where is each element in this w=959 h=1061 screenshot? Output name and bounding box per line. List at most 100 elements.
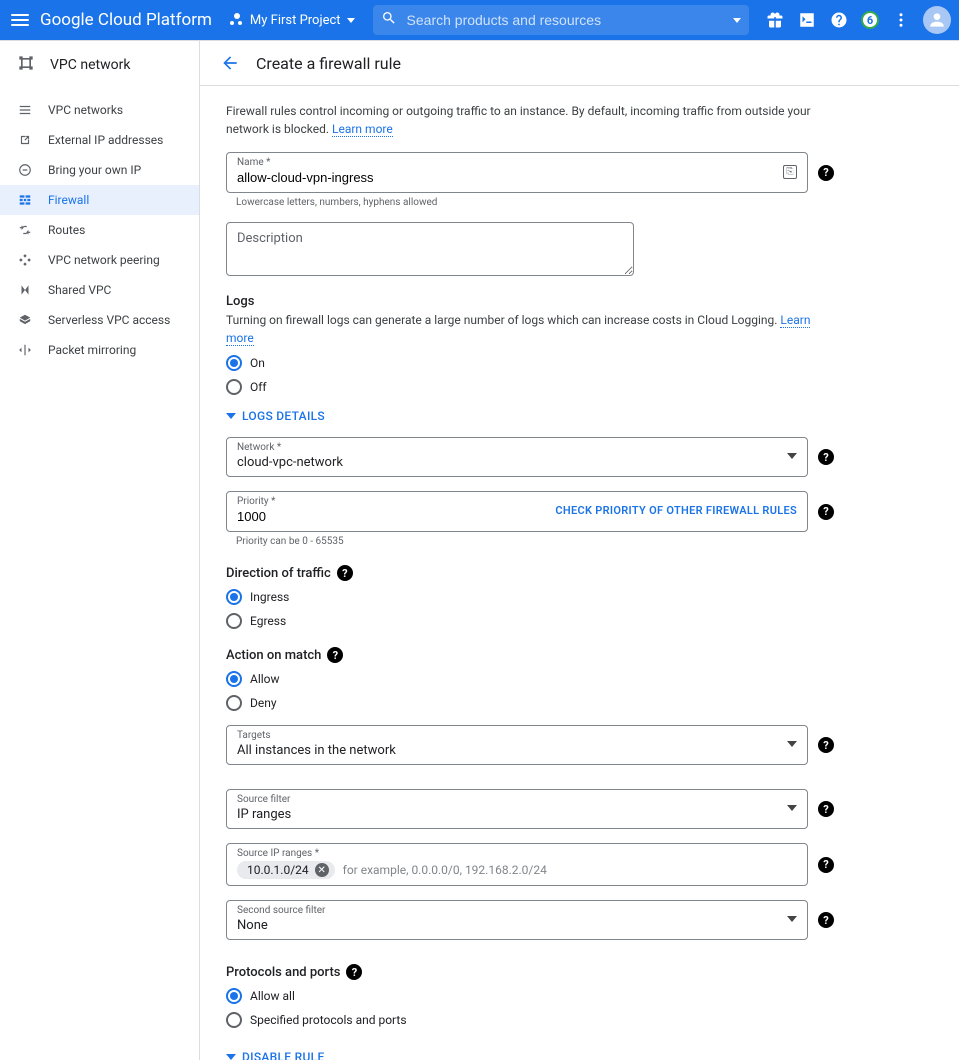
source-filter-select[interactable]: Source filter IP ranges: [226, 789, 808, 829]
back-arrow-icon[interactable]: [220, 53, 240, 73]
avatar[interactable]: [923, 6, 951, 34]
direction-egress-radio[interactable]: Egress: [226, 613, 834, 629]
action-help-icon[interactable]: ?: [327, 647, 343, 663]
direction-heading: Direction of traffic ?: [226, 565, 834, 581]
sidebar-item-serverless[interactable]: Serverless VPC access: [0, 305, 199, 335]
sidebar-item-label: Firewall: [48, 193, 89, 207]
radio-label: Allow all: [250, 989, 295, 1003]
chevron-down-icon: [347, 18, 355, 23]
gift-icon[interactable]: [765, 10, 785, 30]
radio-icon: [226, 613, 242, 629]
radio-icon: [226, 988, 242, 1004]
source-ip-label: Source IP ranges *: [237, 848, 797, 859]
search-bar[interactable]: [373, 5, 749, 35]
radio-icon: [226, 1012, 242, 1028]
byoip-icon: [16, 163, 34, 177]
sidebar-item-routes[interactable]: Routes: [0, 215, 199, 245]
sidebar-item-peering[interactable]: VPC network peering: [0, 245, 199, 275]
source-ip-placeholder: for example, 0.0.0.0/0, 192.168.2.0/24: [343, 863, 547, 877]
sidebar-item-label: VPC networks: [48, 103, 123, 117]
dropdown-icon: [787, 741, 797, 747]
brand-label: Google Cloud Platform: [40, 10, 212, 30]
top-icons: 6: [757, 6, 951, 34]
priority-field[interactable]: Priority * CHECK PRIORITY OF OTHER FIREW…: [226, 491, 808, 532]
description-input[interactable]: Description: [226, 222, 634, 276]
source-ip-help-icon[interactable]: ?: [818, 857, 834, 873]
sidebar-item-vpc-networks[interactable]: VPC networks: [0, 95, 199, 125]
learn-more-link[interactable]: Learn more: [332, 122, 393, 137]
protocols-allow-all-radio[interactable]: Allow all: [226, 988, 834, 1004]
sidebar-title-label: VPC network: [50, 57, 130, 73]
sidebar-title: VPC network: [0, 41, 199, 89]
direction-help-icon[interactable]: ?: [337, 565, 353, 581]
notification-badge[interactable]: 6: [861, 11, 879, 29]
protocols-help-icon[interactable]: ?: [346, 964, 362, 980]
form: Firewall rules control incoming or outgo…: [200, 86, 860, 1060]
network-help-icon[interactable]: ?: [818, 449, 834, 465]
direction-heading-label: Direction of traffic: [226, 566, 331, 581]
second-filter-field-block: Second source filter None ?: [226, 900, 834, 940]
logs-on-radio[interactable]: On: [226, 355, 834, 371]
radio-icon: [226, 695, 242, 711]
sidebar-item-external-ip[interactable]: External IP addresses: [0, 125, 199, 155]
action-heading-label: Action on match: [226, 648, 321, 663]
second-filter-help-icon[interactable]: ?: [818, 912, 834, 928]
project-picker[interactable]: My First Project: [220, 9, 365, 32]
radio-label: Ingress: [250, 590, 289, 604]
cloud-shell-icon[interactable]: [797, 10, 817, 30]
source-filter-label: Source filter: [237, 794, 777, 805]
sidebar-item-firewall[interactable]: Firewall: [0, 185, 199, 215]
peering-icon: [16, 253, 34, 267]
sidebar-item-label: Shared VPC: [48, 283, 111, 297]
sidebar-item-label: Bring your own IP: [48, 163, 141, 177]
routes-icon: [16, 223, 34, 237]
page-header: Create a firewall rule: [200, 41, 959, 86]
logs-off-radio[interactable]: Off: [226, 379, 834, 395]
sidebar-item-packet-mirroring[interactable]: Packet mirroring: [0, 335, 199, 365]
more-icon[interactable]: [891, 10, 911, 30]
top-bar: Google Cloud Platform My First Project 6: [0, 0, 959, 40]
intro-body: Firewall rules control incoming or outgo…: [226, 104, 811, 136]
network-select[interactable]: Network * cloud-vpc-network: [226, 437, 808, 477]
second-filter-select[interactable]: Second source filter None: [226, 900, 808, 940]
targets-help-icon[interactable]: ?: [818, 737, 834, 753]
protocols-heading-label: Protocols and ports: [226, 965, 340, 980]
direction-ingress-radio[interactable]: Ingress: [226, 589, 834, 605]
priority-help-icon[interactable]: ?: [818, 504, 834, 520]
radio-label: Egress: [250, 614, 286, 628]
shell: VPC network VPC networks External IP add…: [0, 40, 959, 1060]
priority-input[interactable]: [237, 509, 317, 524]
sidebar-item-label: Routes: [48, 223, 85, 237]
name-field-block: Name * ⎘ ? Lowercase letters, numbers, h…: [226, 152, 834, 208]
sidebar-item-shared-vpc[interactable]: Shared VPC: [0, 275, 199, 305]
network-label: Network *: [237, 442, 777, 453]
targets-select[interactable]: Targets All instances in the network: [226, 725, 808, 765]
sidebar-item-byoip[interactable]: Bring your own IP: [0, 155, 199, 185]
menu-icon[interactable]: [8, 8, 32, 32]
radio-label: Off: [250, 380, 267, 394]
radio-icon: [226, 379, 242, 395]
protocols-specified-radio[interactable]: Specified protocols and ports: [226, 1012, 834, 1028]
search-chevron-down-icon[interactable]: [733, 18, 741, 23]
logs-details-expander[interactable]: LOGS DETAILS: [226, 409, 834, 423]
radio-label: Deny: [250, 696, 277, 710]
action-allow-radio[interactable]: Allow: [226, 671, 834, 687]
source-ip-ranges-input[interactable]: Source IP ranges * 10.0.1.0/24 ✕ for exa…: [226, 843, 808, 886]
source-filter-help-icon[interactable]: ?: [818, 801, 834, 817]
name-input[interactable]: [237, 170, 773, 185]
name-help-icon[interactable]: ?: [818, 165, 834, 181]
source-filter-field-block: Source filter IP ranges ?: [226, 789, 834, 829]
external-ip-icon: [16, 133, 34, 147]
sidebar-item-label: VPC network peering: [48, 253, 160, 267]
name-suffix-icon[interactable]: ⎘: [783, 165, 797, 179]
priority-check-link[interactable]: CHECK PRIORITY OF OTHER FIREWALL RULES: [555, 504, 797, 517]
action-deny-radio[interactable]: Deny: [226, 695, 834, 711]
name-field[interactable]: Name * ⎘: [226, 152, 808, 193]
sidebar: VPC network VPC networks External IP add…: [0, 41, 200, 1060]
logs-desc-text: Turning on firewall logs can generate a …: [226, 313, 777, 327]
disable-rule-expander[interactable]: DISABLE RULE: [226, 1050, 834, 1060]
help-icon[interactable]: [829, 10, 849, 30]
logs-heading: Logs: [226, 294, 834, 309]
search-input[interactable]: [407, 12, 723, 28]
chip-remove-icon[interactable]: ✕: [315, 863, 329, 877]
